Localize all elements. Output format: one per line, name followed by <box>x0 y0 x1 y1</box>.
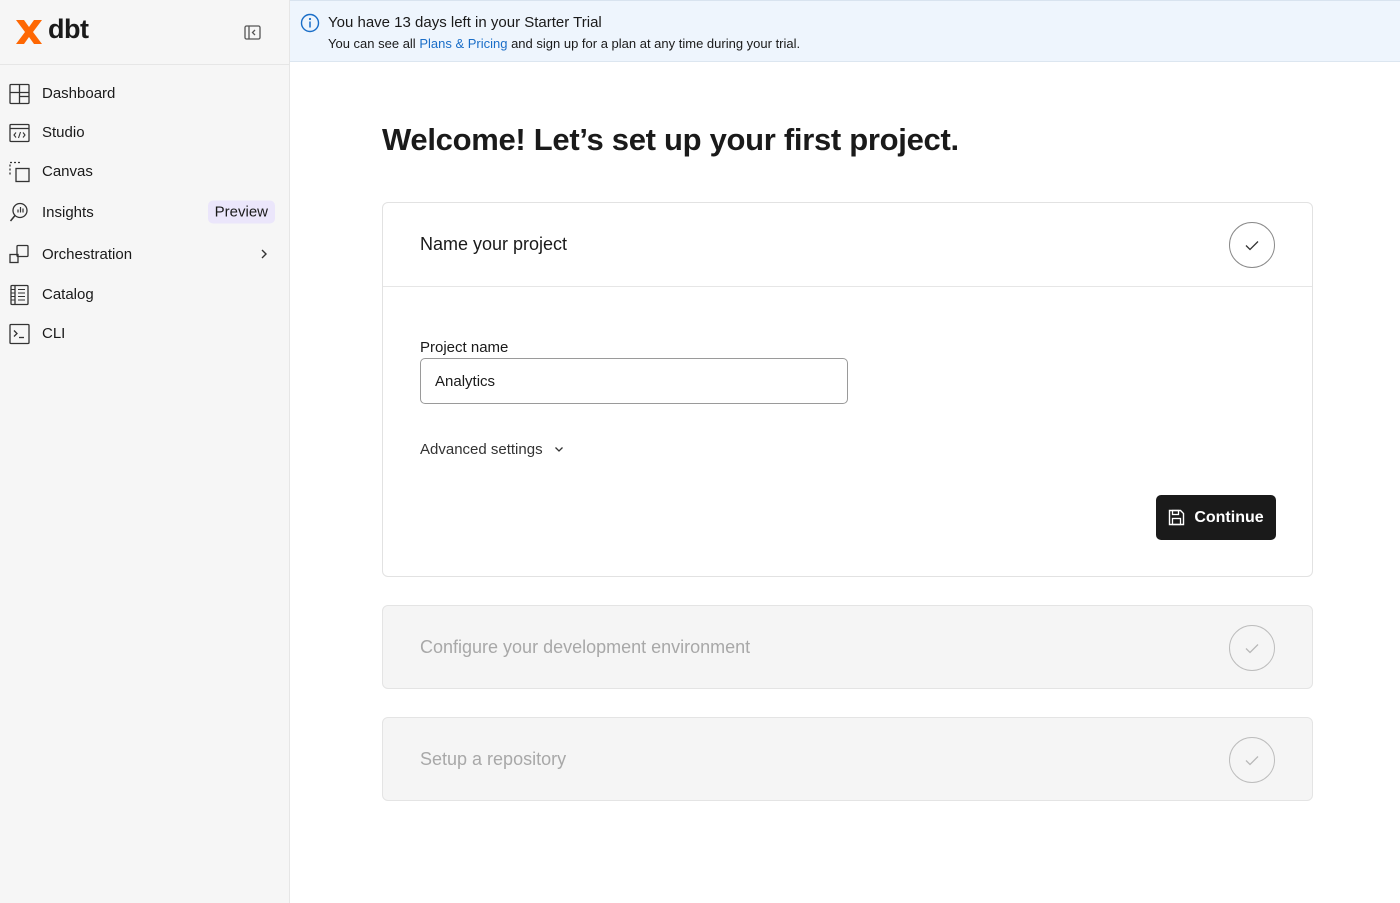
canvas-icon <box>9 161 30 182</box>
continue-button[interactable]: Continue <box>1156 495 1276 540</box>
orchestration-icon <box>9 244 29 264</box>
step-header[interactable]: Name your project <box>383 203 1312 287</box>
dashboard-icon <box>9 83 30 104</box>
catalog-icon <box>10 284 29 305</box>
banner-title: You have 13 days left in your Starter Tr… <box>328 14 602 31</box>
code-window-icon <box>9 123 30 142</box>
step-name-project: Name your project Project name Advanced … <box>382 202 1313 577</box>
plans-pricing-link[interactable]: Plans & Pricing <box>419 36 507 51</box>
project-name-input[interactable] <box>420 358 848 404</box>
sidebar-item-label: Catalog <box>42 286 94 303</box>
continue-label: Continue <box>1194 508 1264 526</box>
trial-banner: You have 13 days left in your Starter Tr… <box>290 0 1400 62</box>
sidebar-nav: Dashboard Studio Canvas Insights Preview… <box>0 65 289 353</box>
step-title: Name your project <box>420 234 568 254</box>
sidebar-item-dashboard[interactable]: Dashboard <box>0 74 289 113</box>
banner-text: You can see all Plans & Pricing and sign… <box>328 36 800 51</box>
page-title: Welcome! Let’s set up your first project… <box>382 122 959 157</box>
sidebar-item-cli[interactable]: CLI <box>0 314 289 353</box>
sidebar-item-label: CLI <box>42 325 66 342</box>
banner-text-after: and sign up for a plan at any time durin… <box>507 36 801 51</box>
step-title: Configure your development environment <box>420 637 751 657</box>
sidebar-item-label: Insights <box>42 203 94 221</box>
step-check-icon <box>1229 625 1275 671</box>
sidebar-item-label: Dashboard <box>42 85 116 102</box>
sidebar-item-label: Canvas <box>42 163 93 180</box>
step-repository: Setup a repository <box>382 717 1313 801</box>
step-check-icon <box>1229 737 1275 783</box>
info-icon <box>300 13 320 33</box>
sidebar-item-insights[interactable]: Insights Preview <box>0 191 289 233</box>
sidebar-item-orchestration[interactable]: Orchestration <box>0 233 289 275</box>
brand-wordmark[interactable]: dbt <box>48 14 89 45</box>
dbt-logo-icon[interactable] <box>14 17 44 47</box>
step-header: Configure your development environment <box>383 606 1312 690</box>
sidebar-item-label: Orchestration <box>42 245 133 263</box>
terminal-icon <box>9 323 30 344</box>
banner-text-before: You can see all <box>328 36 420 51</box>
step-header: Setup a repository <box>383 718 1312 802</box>
chevron-down-icon <box>554 447 563 452</box>
sidebar: dbt Dashboard Studio Canvas Insights Pre… <box>0 0 290 903</box>
save-icon <box>1169 509 1185 526</box>
collapse-sidebar-icon[interactable] <box>244 25 261 40</box>
sidebar-item-canvas[interactable]: Canvas <box>0 152 289 191</box>
brand-header: dbt <box>0 0 289 65</box>
preview-badge: Preview <box>207 200 275 224</box>
advanced-settings-label: Advanced settings <box>420 441 543 458</box>
advanced-settings-toggle[interactable]: Advanced settings <box>420 441 564 458</box>
step-check-icon <box>1229 222 1275 268</box>
chevron-right-icon[interactable] <box>258 248 270 260</box>
insights-icon <box>9 202 28 222</box>
step-title: Setup a repository <box>420 749 567 769</box>
step-dev-environment: Configure your development environment <box>382 605 1313 689</box>
sidebar-item-catalog[interactable]: Catalog <box>0 275 289 314</box>
sidebar-item-studio[interactable]: Studio <box>0 113 289 152</box>
project-name-label: Project name <box>420 339 509 356</box>
sidebar-item-label: Studio <box>42 124 85 141</box>
